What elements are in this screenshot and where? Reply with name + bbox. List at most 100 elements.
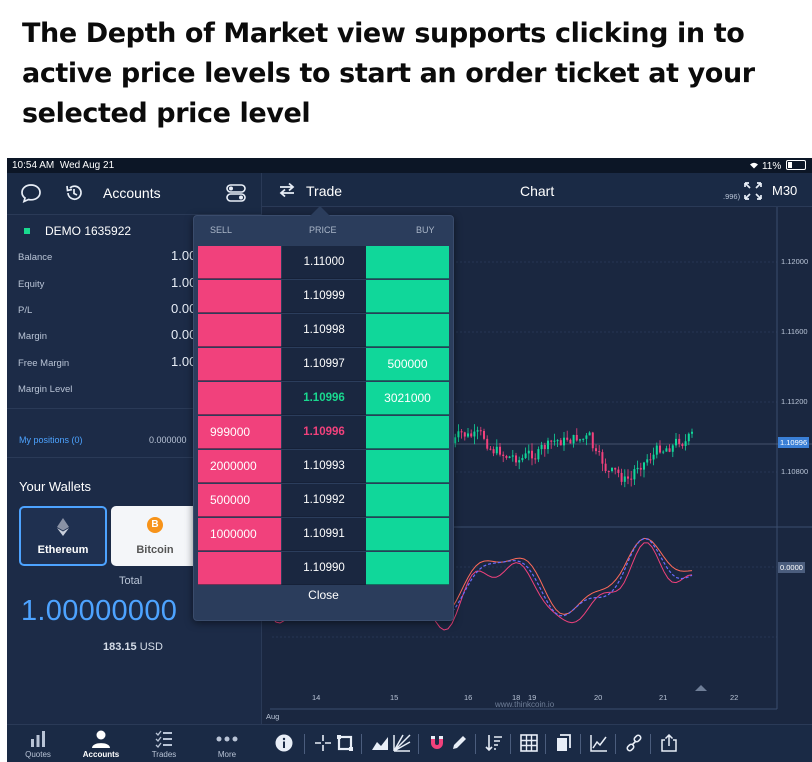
- trade-button[interactable]: Trade: [306, 183, 342, 199]
- tab-accounts[interactable]: Accounts: [72, 729, 130, 759]
- dom-row[interactable]: 2000000 1.10993: [198, 450, 449, 483]
- candle-body: [537, 449, 540, 460]
- buy-cell[interactable]: [366, 450, 449, 483]
- sell-cell[interactable]: [198, 552, 281, 585]
- candle-body: [527, 450, 530, 454]
- price-cell[interactable]: 1.10999: [282, 280, 366, 313]
- sell-cell[interactable]: 500000: [198, 484, 281, 517]
- dom-row[interactable]: 1.10990: [198, 552, 449, 585]
- price-cell[interactable]: 1.10996: [282, 382, 366, 415]
- close-button[interactable]: Close: [198, 588, 449, 602]
- price-cell[interactable]: 1.10990: [282, 552, 366, 585]
- buy-cell[interactable]: [366, 416, 449, 449]
- tab-quotes[interactable]: Quotes: [9, 729, 67, 759]
- copy-icon[interactable]: [555, 734, 573, 752]
- toolbar-separator: [475, 734, 476, 754]
- line-chart-icon[interactable]: [590, 734, 608, 752]
- buy-cell[interactable]: 3021000: [366, 382, 449, 415]
- candle-body: [543, 444, 546, 450]
- link-icon[interactable]: [625, 734, 643, 752]
- history-icon[interactable]: [64, 183, 84, 203]
- buy-cell[interactable]: [366, 246, 449, 279]
- time-tick: 16: [464, 693, 473, 702]
- pencil-icon[interactable]: [450, 734, 468, 752]
- tab-label: More: [217, 750, 237, 759]
- sell-cell[interactable]: [198, 246, 281, 279]
- buy-cell[interactable]: [366, 552, 449, 585]
- chat-icon[interactable]: [20, 183, 42, 203]
- toolbar-separator: [418, 734, 419, 754]
- sort-icon[interactable]: [485, 734, 503, 752]
- info-icon[interactable]: [275, 734, 293, 752]
- tab-more[interactable]: More: [198, 729, 256, 759]
- candle-body: [601, 452, 604, 464]
- account-name[interactable]: DEMO 1635922: [45, 224, 131, 238]
- candle-body: [649, 459, 652, 461]
- candle-body: [591, 432, 594, 449]
- fibonacci-fan-icon[interactable]: [393, 734, 411, 752]
- candle-body: [534, 458, 537, 460]
- battery-percent: 11%: [761, 161, 782, 172]
- candle-body: [479, 430, 482, 432]
- sell-cell[interactable]: [198, 382, 281, 415]
- wallet-ethereum[interactable]: Ethereum: [19, 506, 107, 566]
- dom-row[interactable]: 1.10999: [198, 280, 449, 313]
- candle-body: [614, 467, 617, 470]
- dom-row[interactable]: 999000 1.10996: [198, 416, 449, 449]
- area-chart-icon[interactable]: [371, 734, 389, 752]
- sell-cell[interactable]: [198, 314, 281, 347]
- price-cell[interactable]: 1.10993: [282, 450, 366, 483]
- tab-label: Quotes: [25, 750, 51, 759]
- sell-cell[interactable]: 1000000: [198, 518, 281, 551]
- price-cell[interactable]: 1.10996: [282, 416, 366, 449]
- buy-cell[interactable]: 500000: [366, 348, 449, 381]
- magnet-icon[interactable]: [428, 734, 446, 752]
- candle-body: [617, 469, 620, 473]
- price-cell[interactable]: 1.11000: [282, 246, 366, 279]
- status-time: 10:54 AM: [12, 160, 55, 171]
- candle-body: [636, 467, 639, 470]
- buy-cell[interactable]: [366, 518, 449, 551]
- timeframe-selector[interactable]: M30: [772, 183, 797, 198]
- candle-body: [684, 441, 687, 446]
- watermark: www.thinkcoin.io: [495, 700, 555, 709]
- accounts-icon: [92, 730, 110, 748]
- dom-row[interactable]: 1.10997 500000: [198, 348, 449, 381]
- buy-cell[interactable]: [366, 484, 449, 517]
- dom-row[interactable]: 500000 1.10992: [198, 484, 449, 517]
- fullscreen-icon[interactable]: [744, 182, 762, 200]
- candle-body: [655, 445, 658, 455]
- candle-body: [457, 431, 460, 438]
- candle-body: [463, 432, 466, 437]
- tab-trades[interactable]: Trades: [135, 729, 193, 759]
- crosshair-icon[interactable]: [314, 734, 332, 752]
- buy-cell[interactable]: [366, 280, 449, 313]
- toggle-settings-icon[interactable]: [225, 183, 247, 203]
- wallet-bitcoin[interactable]: B Bitcoin: [111, 506, 199, 566]
- dom-row[interactable]: 1.10996 3021000: [198, 382, 449, 415]
- sell-cell[interactable]: [198, 348, 281, 381]
- sell-cell[interactable]: 999000: [198, 416, 281, 449]
- swap-arrows-icon[interactable]: [278, 182, 296, 198]
- dom-row[interactable]: 1.10998: [198, 314, 449, 347]
- candle-body: [460, 431, 463, 433]
- price-cell[interactable]: 1.10997: [282, 348, 366, 381]
- price-cell[interactable]: 1.10992: [282, 484, 366, 517]
- chart-title: Chart: [520, 183, 555, 199]
- sell-cell[interactable]: 2000000: [198, 450, 281, 483]
- wallet-label: Ethereum: [37, 544, 89, 556]
- price-tick: 1.12000: [781, 257, 809, 266]
- dom-row[interactable]: 1.11000: [198, 246, 449, 279]
- buy-cell[interactable]: [366, 314, 449, 347]
- chart-header: Trade Chart M30: [262, 173, 812, 207]
- dom-row[interactable]: 1000000 1.10991: [198, 518, 449, 551]
- shape-select-icon[interactable]: [336, 734, 354, 752]
- scroll-marker-icon[interactable]: [695, 685, 707, 691]
- grid-icon[interactable]: [520, 734, 538, 752]
- my-positions-link[interactable]: My positions (0): [19, 435, 83, 445]
- candle-body: [607, 470, 610, 472]
- price-cell[interactable]: 1.10991: [282, 518, 366, 551]
- share-icon[interactable]: [660, 734, 678, 752]
- sell-cell[interactable]: [198, 280, 281, 313]
- price-cell[interactable]: 1.10998: [282, 314, 366, 347]
